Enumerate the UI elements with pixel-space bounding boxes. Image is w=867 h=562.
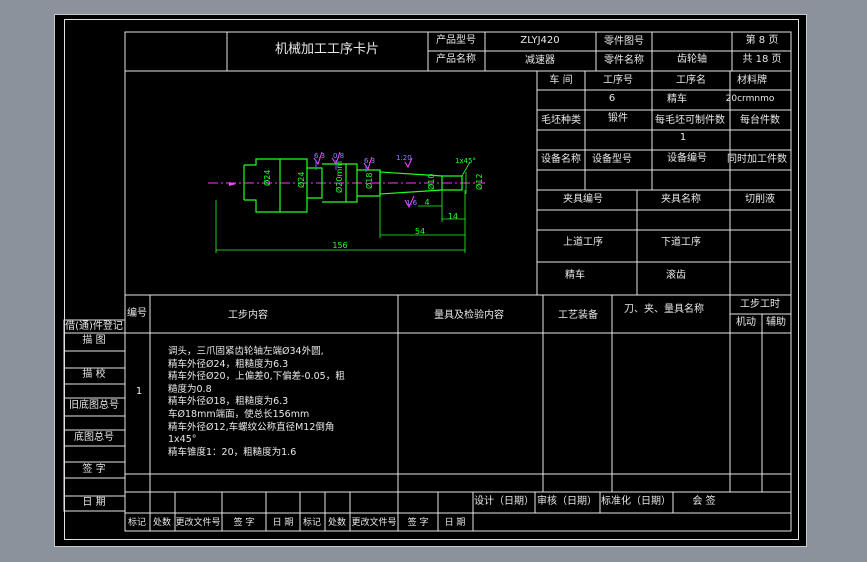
fixture-name-label: 夹具名称: [661, 194, 701, 205]
dim-d12: Ø12: [475, 173, 484, 190]
footer-cell: 更改文件号: [175, 518, 221, 528]
page-number: 第 8 页: [745, 35, 779, 46]
fixture-no-label: 夹具编号: [563, 194, 603, 205]
col-content: 工步内容: [228, 310, 268, 321]
step-content-line: 精车锥度1：20，粗糙度为1.6: [168, 446, 297, 458]
part-name-label: 零件名称: [604, 55, 644, 66]
footer-cell: 处数: [152, 518, 172, 528]
step-content: 调头，三爪固紧齿轮轴左端Ø34外圆, 精车外径Ø24，粗糙度为6.3 精车外径Ø20…: [168, 346, 392, 459]
footer-cell: 标记: [127, 518, 147, 528]
coolant-label: 切削液: [745, 194, 775, 205]
product-name-label: 产品名称: [436, 54, 476, 65]
prev-op-label: 上道工序: [563, 237, 603, 248]
op-no-value: 6: [608, 93, 616, 104]
dim-d18: Ø18: [365, 172, 374, 189]
product-model-label: 产品型号: [436, 35, 476, 46]
op-name-value: 精车: [667, 94, 687, 105]
op-no-label: 工序号: [603, 75, 633, 86]
next-op-value: 滚齿: [666, 270, 686, 281]
dim-d10: Ø10: [427, 173, 436, 190]
left-strip-item: 签 字: [82, 464, 106, 475]
dim-chamfer: 1x45°: [455, 157, 477, 165]
step-content-line: 精车外径Ø20，上偏差0,下偏差-0.05，粗: [168, 371, 345, 383]
per-unit-label: 每台件数: [740, 115, 780, 126]
next-op-label: 下道工序: [661, 237, 701, 248]
left-strip-item: 描 校: [82, 369, 106, 380]
footer-standard: 标准化（日期）: [601, 496, 671, 507]
equip-name-label: 设备名称: [541, 154, 581, 165]
footer-countersign: 会 签: [692, 496, 716, 507]
footer-cell: 签 字: [233, 518, 255, 528]
per-blank-label: 每毛坯可制件数: [655, 115, 725, 126]
simul-label: 同时加工件数: [727, 154, 787, 165]
col-step-no: 编号: [127, 308, 147, 319]
footer-cell: 日 期: [272, 518, 294, 528]
footer-cell: 标记: [302, 518, 322, 528]
part-name-value: 齿轮轴: [677, 54, 707, 65]
col-equip: 工艺装备: [558, 310, 598, 321]
shaft-drawing: [208, 151, 485, 253]
taper-label: 1:20: [396, 154, 412, 162]
step-content-line: 糙度为0.8: [168, 383, 212, 395]
footer-cell: 日 期: [444, 518, 466, 528]
product-name-value: 减速器: [525, 55, 555, 66]
roughness-2: 0.8: [333, 152, 345, 160]
prev-op-value: 精车: [565, 270, 585, 281]
op-name-label: 工序名: [676, 75, 706, 86]
step-content-line: 精车外径Ø12,车螺纹公称直径M12倒角: [168, 421, 335, 433]
col-gauge: 量具及检验内容: [434, 310, 504, 321]
dim-d20: Ø20mm: [335, 160, 344, 193]
step-number: 1: [135, 386, 143, 397]
card-title: 机械加工工序卡片: [274, 42, 380, 57]
footer-cell: 更改文件号: [351, 518, 397, 528]
col-time: 工步工时: [740, 299, 780, 310]
step-content-line: 精车外径Ø18，粗糙度为6.3: [168, 396, 289, 408]
step-content-line: 精车外径Ø24，粗糙度为6.3: [168, 358, 289, 370]
col-tools: 刀、夹、量具名称: [624, 304, 704, 315]
dim-d24b: Ø24: [297, 171, 306, 188]
left-strip-item: 旧底图总号: [69, 400, 119, 411]
total-pages: 共 18 页: [742, 54, 782, 65]
workshop-label: 车 间: [549, 75, 573, 86]
left-strip-item: 借(通)件登记: [65, 321, 123, 332]
product-model-value: ZLYJ420: [520, 35, 560, 46]
blank-type-label: 毛坯种类: [541, 115, 581, 126]
dim-len54: 54: [414, 227, 426, 236]
left-strip-item: 日 期: [82, 497, 106, 508]
left-strip-item: 底图总号: [74, 432, 114, 443]
step-content-line: 1x45°: [168, 434, 197, 446]
footer-review: 审核（日期）: [537, 496, 597, 507]
dim-d24a: Ø24: [263, 169, 272, 186]
col-time-machine: 机动: [736, 317, 756, 328]
dim-len156: 156: [332, 241, 348, 250]
per-blank-value: 1: [679, 132, 687, 143]
left-strip-item: 描 图: [82, 335, 106, 346]
roughness-5: 1.6: [406, 199, 418, 207]
footer-design: 设计（日期）: [474, 496, 534, 507]
step-content-line: 调头，三爪固紧齿轮轴左端Ø34外圆,: [168, 346, 324, 357]
roughness-1: 6.3: [314, 152, 326, 160]
dim-len4: 4: [424, 198, 430, 207]
col-time-aux: 辅助: [766, 317, 786, 328]
equip-model-label: 设备型号: [592, 154, 632, 165]
step-content-line: 车Ø18mm端面，使总长156mm: [168, 408, 310, 420]
part-drawing-label: 零件图号: [604, 36, 644, 47]
footer-cell: 处数: [327, 518, 347, 528]
footer-cell: 签 字: [407, 518, 429, 528]
blank-type-value: 锻件: [608, 113, 628, 124]
material-label: 材料牌: [737, 75, 767, 86]
dim-len14: 14: [447, 212, 459, 221]
material-value: 20crmnmo: [725, 94, 775, 104]
equip-no-label: 设备编号: [667, 153, 707, 164]
roughness-3: 6.3: [364, 157, 376, 165]
